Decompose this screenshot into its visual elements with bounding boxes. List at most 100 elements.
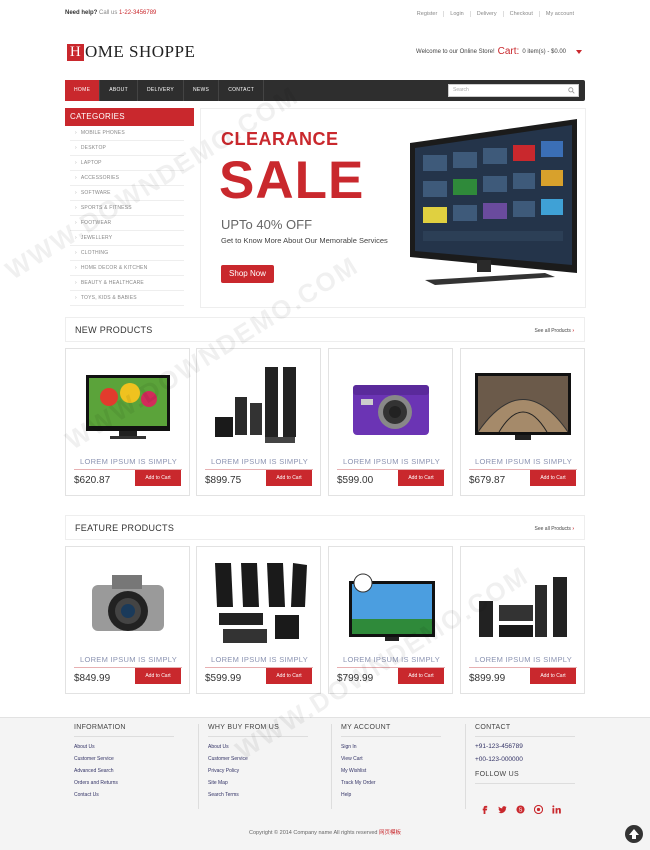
category-item[interactable]: FOOTWEAR	[70, 216, 184, 231]
category-item[interactable]: TOYS, KIDS & BABIES	[70, 291, 184, 306]
footer-link[interactable]: Search Terms	[208, 792, 318, 798]
call-label: Call us	[99, 10, 118, 16]
product-name[interactable]: LOREM IPSUM IS SIMPLY	[461, 457, 586, 466]
product-card: LOREM IPSUM IS SIMPLY $679.87 Add to Car…	[460, 348, 585, 496]
category-item[interactable]: CLOTHING	[70, 246, 184, 261]
shop-now-button[interactable]: Shop Now	[221, 265, 274, 283]
footer-link[interactable]: Privacy Policy	[208, 768, 318, 774]
see-all-products-link[interactable]: See all Products	[535, 526, 574, 532]
dslr-camera-icon	[92, 575, 164, 631]
add-to-cart-button[interactable]: Add to Cart	[530, 470, 576, 486]
facebook-icon[interactable]	[480, 805, 489, 814]
footer-link[interactable]: Customer Service	[74, 756, 184, 762]
product-card: LOREM IPSUM IS SIMPLY $799.99 Add to Car…	[328, 546, 453, 694]
footer-why-buy: WHY BUY FROM US About Us Customer Servic…	[208, 724, 318, 798]
category-item[interactable]: ACCESSORIES	[70, 171, 184, 186]
footer-col-title: MY ACCOUNT	[341, 724, 441, 737]
product-name[interactable]: LOREM IPSUM IS SIMPLY	[197, 655, 322, 664]
register-link[interactable]: Register	[411, 11, 443, 17]
footer-link[interactable]: Track My Order	[341, 780, 451, 786]
product-name[interactable]: LOREM IPSUM IS SIMPLY	[329, 655, 454, 664]
add-to-cart-button[interactable]: Add to Cart	[398, 668, 444, 684]
footer-link[interactable]: Sign In	[341, 744, 451, 750]
copyright-link[interactable]: 网页模板	[379, 830, 401, 836]
footer-link[interactable]: View Cart	[341, 756, 451, 762]
tv-dome-icon	[475, 373, 571, 440]
product-name[interactable]: LOREM IPSUM IS SIMPLY	[461, 655, 586, 664]
add-to-cart-button[interactable]: Add to Cart	[266, 668, 312, 684]
help-line: Need help? Call us 1-22-3456789	[65, 10, 156, 16]
add-to-cart-button[interactable]: Add to Cart	[266, 470, 312, 486]
search-placeholder: Search	[453, 87, 469, 93]
footer-link[interactable]: Contact Us	[74, 792, 184, 798]
product-card: LOREM IPSUM IS SIMPLY $849.99 Add to Car…	[65, 546, 190, 694]
tv-flowers-icon	[86, 375, 170, 439]
category-item[interactable]: MOBILE PHONES	[70, 126, 184, 141]
speaker-set-icon	[215, 563, 307, 643]
banner-text: Get to Know More About Our Memorable Ser…	[221, 236, 388, 245]
home-theater-icon	[215, 367, 296, 443]
banner-heading: CLEARANCE	[221, 129, 339, 149]
product-card: LOREM IPSUM IS SIMPLY $620.87 Add to Car…	[65, 348, 190, 496]
category-item[interactable]: BEAUTY & HEALTHCARE	[70, 276, 184, 291]
copyright-text: Copyright © 2014 Company name All rights…	[248, 830, 378, 836]
home-theater-icon	[479, 577, 567, 637]
nav-delivery[interactable]: DELIVERY	[138, 80, 184, 101]
product-name[interactable]: LOREM IPSUM IS SIMPLY	[197, 457, 322, 466]
pinterest-icon[interactable]	[534, 805, 543, 814]
new-products-header: NEW PRODUCTS See all Products	[65, 317, 585, 342]
chevron-down-icon[interactable]	[576, 49, 582, 54]
add-to-cart-button[interactable]: Add to Cart	[398, 470, 444, 486]
back-to-top-button[interactable]	[625, 825, 643, 843]
category-item[interactable]: JEWELLERY	[70, 231, 184, 246]
product-card: LOREM IPSUM IS SIMPLY $899.75 Add to Car…	[196, 348, 321, 496]
add-to-cart-button[interactable]: Add to Cart	[530, 668, 576, 684]
skype-icon[interactable]: S	[516, 805, 525, 814]
product-price: $899.99	[469, 673, 506, 684]
category-item[interactable]: SOFTWARE	[70, 186, 184, 201]
nav-news[interactable]: NEWS	[184, 80, 220, 101]
my-account-link[interactable]: My account	[538, 11, 580, 17]
nav-contact[interactable]: CONTACT	[219, 80, 265, 101]
footer-link[interactable]: Site Map	[208, 780, 318, 786]
cart-label[interactable]: Cart:	[498, 46, 520, 57]
copyright: Copyright © 2014 Company name All rights…	[0, 828, 650, 836]
new-products-title: NEW PRODUCTS	[75, 325, 153, 335]
footer-link[interactable]: About Us	[74, 744, 184, 750]
footer-link[interactable]: About Us	[208, 744, 318, 750]
divider	[465, 724, 466, 809]
category-item[interactable]: HOME DECOR & KITCHEN	[70, 261, 184, 276]
linkedin-icon[interactable]	[552, 805, 561, 814]
footer-information: INFORMATION About Us Customer Service Ad…	[74, 724, 184, 798]
see-all-products-link[interactable]: See all Products	[535, 328, 574, 334]
nav-home[interactable]: HOME	[65, 80, 101, 101]
twitter-icon[interactable]	[498, 805, 507, 814]
arrow-up-icon	[629, 829, 639, 839]
search-input[interactable]: Search	[448, 84, 579, 97]
footer-link[interactable]: Help	[341, 792, 451, 798]
feature-products-title: FEATURE PRODUCTS	[75, 523, 175, 533]
footer-my-account: MY ACCOUNT Sign In View Cart My Wishlist…	[341, 724, 451, 798]
category-item[interactable]: SPORTS & FITNESS	[70, 201, 184, 216]
add-to-cart-button[interactable]: Add to Cart	[135, 470, 181, 486]
product-price: $599.99	[205, 673, 242, 684]
product-name[interactable]: LOREM IPSUM IS SIMPLY	[66, 457, 191, 466]
footer-link[interactable]: My Wishlist	[341, 768, 451, 774]
product-name[interactable]: LOREM IPSUM IS SIMPLY	[66, 655, 191, 664]
footer-link[interactable]: Orders and Returns	[74, 780, 184, 786]
search-icon[interactable]	[568, 87, 575, 94]
delivery-link[interactable]: Delivery	[469, 11, 503, 17]
checkout-link[interactable]: Checkout	[502, 11, 539, 17]
nav-about[interactable]: ABOUT	[100, 80, 138, 101]
category-item[interactable]: LAPTOP	[70, 156, 184, 171]
login-link[interactable]: Login	[443, 11, 469, 17]
product-price: $899.75	[205, 475, 242, 486]
add-to-cart-button[interactable]: Add to Cart	[135, 668, 181, 684]
category-item[interactable]: DESKTOP	[70, 141, 184, 156]
cart-summary[interactable]: 0 item(s) - $0.00	[522, 49, 566, 55]
footer-link[interactable]: Customer Service	[208, 756, 318, 762]
product-name[interactable]: LOREM IPSUM IS SIMPLY	[329, 457, 454, 466]
contact-phone: +91-123-456789	[475, 743, 523, 750]
site-logo[interactable]: H OME SHOPPE	[67, 42, 195, 62]
footer-link[interactable]: Advanced Search	[74, 768, 184, 774]
